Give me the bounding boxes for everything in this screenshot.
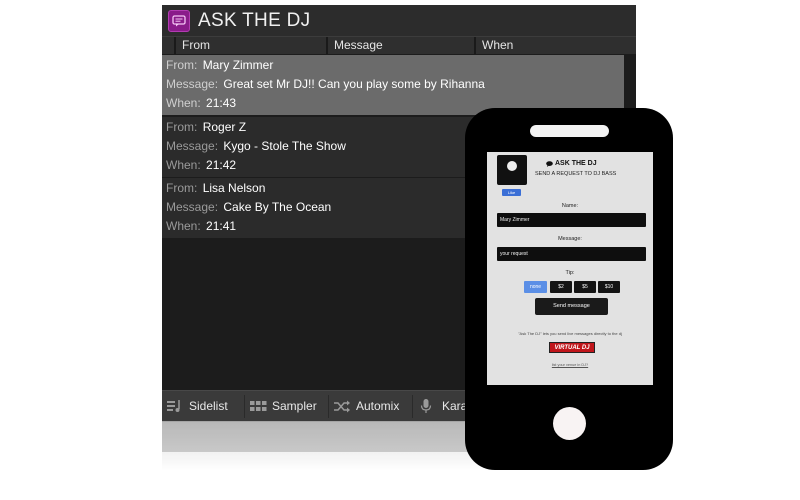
title-bar: ASK THE DJ — [162, 5, 636, 37]
message-entry[interactable]: From: Mary Zimmer Message: Great set Mr … — [162, 55, 624, 115]
name-field[interactable]: Mary Zimmer — [497, 213, 646, 227]
tip-option-5[interactable]: $5 — [574, 281, 596, 293]
shuffle-icon — [334, 400, 350, 413]
message-field[interactable]: your request — [497, 247, 646, 261]
tab-label: Automix — [356, 399, 400, 413]
sender-name: Roger Z — [202, 120, 247, 134]
phone-mockup: Like ASK THE DJ SEND A REQUEST TO DJ BAS… — [465, 108, 673, 470]
message-time: 21:43 — [206, 96, 237, 110]
send-message-button[interactable]: Send message — [535, 298, 608, 315]
chat-bubble-icon — [168, 10, 190, 32]
message-text: Cake By The Ocean — [223, 200, 332, 214]
phone-screen: Like ASK THE DJ SEND A REQUEST TO DJ BAS… — [487, 152, 653, 385]
from-label: From: — [166, 120, 198, 134]
dj-logo — [497, 155, 527, 185]
divider — [328, 395, 329, 418]
tip-option-2[interactable]: $2 — [550, 281, 572, 293]
from-label: From: — [166, 181, 198, 195]
tab-label: Sampler — [272, 399, 317, 413]
tab-sidelist[interactable]: Sidelist — [167, 391, 243, 422]
virtualdj-logo: VIRTUAL DJ — [549, 342, 595, 353]
message-time: 21:42 — [206, 158, 237, 172]
column-header-message[interactable]: Message — [326, 37, 478, 54]
when-label: When: — [166, 219, 201, 233]
venue-link[interactable]: list your venue in DJ? — [487, 363, 653, 367]
from-label: From: — [166, 58, 198, 72]
message-text: Kygo - Stole The Show — [223, 139, 346, 153]
message-label: Message: — [558, 236, 582, 242]
message-text: Great set Mr DJ!! Can you play some by R… — [223, 77, 485, 91]
tab-label: Sidelist — [189, 399, 228, 413]
app-title: ASK THE DJ — [198, 10, 311, 31]
message-label: Message: — [166, 200, 219, 214]
like-button[interactable]: Like — [502, 189, 521, 196]
speech-bubble-icon — [546, 161, 553, 167]
home-button[interactable] — [553, 407, 586, 440]
column-header-when[interactable]: When — [474, 37, 626, 54]
sidelist-icon — [167, 400, 180, 412]
phone-speaker — [530, 125, 609, 137]
message-label: Message: — [166, 139, 219, 153]
phone-title-text: ASK THE DJ — [555, 160, 597, 167]
microphone-icon — [420, 399, 432, 413]
info-note: "Ask The DJ" lets you send live messages… — [518, 331, 622, 336]
sender-name: Lisa Nelson — [202, 181, 266, 195]
tip-option-10[interactable]: $10 — [598, 281, 620, 293]
when-label: When: — [166, 158, 201, 172]
name-label: Name: — [561, 203, 579, 209]
sender-name: Mary Zimmer — [202, 58, 274, 72]
column-header-from[interactable]: From — [174, 37, 328, 54]
tip-option-none[interactable]: none — [524, 281, 547, 293]
phone-title: ASK THE DJ — [535, 160, 653, 167]
divider — [412, 395, 413, 418]
tip-label: Tip: — [565, 270, 575, 276]
divider — [244, 395, 245, 418]
sampler-grid-icon — [250, 401, 267, 411]
tab-automix[interactable]: Automix — [334, 391, 410, 422]
message-time: 21:41 — [206, 219, 237, 233]
message-label: Message: — [166, 77, 219, 91]
when-label: When: — [166, 96, 201, 110]
phone-subtitle: SEND A REQUEST TO DJ BASS — [535, 171, 617, 177]
tab-sampler[interactable]: Sampler — [250, 391, 326, 422]
column-header: From Message When — [162, 37, 636, 54]
